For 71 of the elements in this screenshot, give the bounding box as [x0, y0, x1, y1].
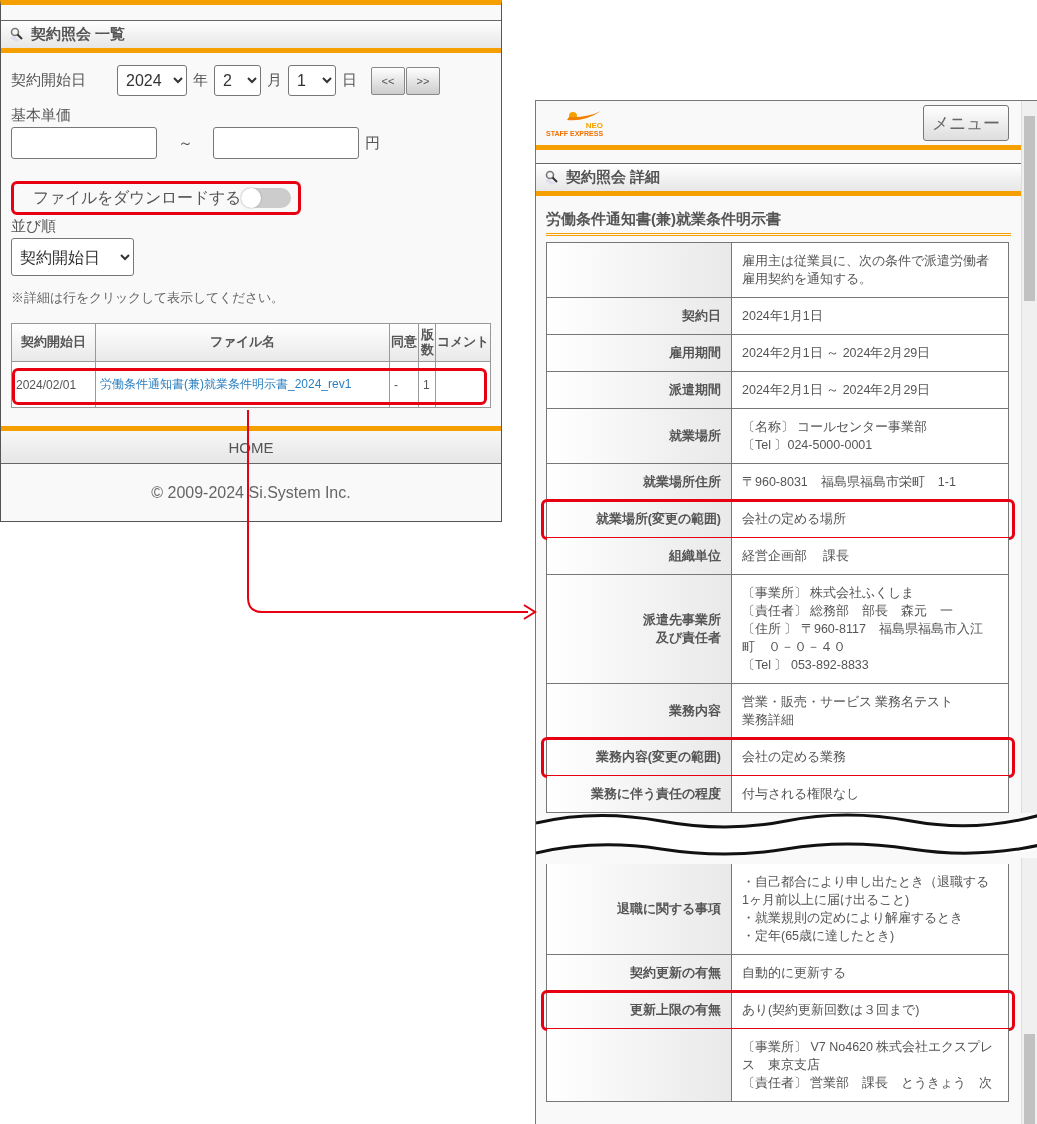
row-value: 〔責任者〕 総務部 部長 森元 一: [742, 603, 954, 620]
row-label: 就業場所住所: [643, 474, 721, 491]
row-value: 付与される権限なし: [742, 786, 859, 803]
row-label: 派遣期間: [669, 382, 721, 399]
row-value: 〔住所 〕 〒960-8117 福島県福島市入江町 ０－０－４０: [742, 621, 984, 656]
input-field[interactable]: [213, 127, 359, 159]
page-title: 契約照会 一覧: [31, 25, 126, 44]
row-label: 業務内容: [669, 702, 721, 720]
toggle-switch[interactable]: [241, 188, 291, 208]
row-label: 契約更新の有無: [630, 965, 721, 982]
day-select[interactable]: 1: [288, 65, 336, 96]
row-value: 〔事業所〕 V7 No4620 株式会社エクスプレス 東京支店: [742, 1039, 995, 1074]
row-value: ・自己都合により申し出たとき（退職する1ヶ月前以上に届け出ること): [742, 874, 990, 909]
unit-label: 年: [193, 71, 208, 90]
row-value: 〔Tel 〕024-5000-0001: [742, 437, 873, 454]
row-value: 〔事業所〕 株式会社ふくしま: [742, 585, 915, 602]
table-cell: 1: [419, 362, 436, 408]
row-value: ・就業規則の定めにより解雇するとき: [742, 910, 963, 927]
menu-button[interactable]: メニュー: [923, 105, 1009, 141]
row-label: 雇用期間: [669, 345, 721, 362]
field-label: 基本単価: [11, 106, 72, 125]
row-label: 及び責任者: [656, 630, 721, 647]
copyright-text: © 2009-2024 Si.System Inc.: [151, 483, 351, 502]
unit-label: 月: [267, 71, 282, 90]
scrollbar-thumb[interactable]: [1024, 1034, 1035, 1124]
row-value: 営業・販売・サービス 業務名テスト: [742, 694, 954, 711]
year-select[interactable]: 2024: [117, 65, 187, 96]
row-label: 契約日: [682, 308, 721, 325]
input-field[interactable]: [11, 127, 157, 159]
page-title: 契約照会 詳細: [566, 168, 661, 187]
row-value: 自動的に更新する: [742, 965, 846, 982]
row-value: 〔名称〕 コールセンター事業部: [742, 419, 928, 436]
row-value: 会社の定める場所: [742, 511, 846, 528]
row-value: 〔責任者〕 営業部 課長 とうきょう 次: [742, 1075, 993, 1092]
row-value: 雇用主は従業員に、次の条件で派遣労働者雇用契約を通知する。: [742, 253, 990, 288]
row-value: ・定年(65歳に達したとき): [742, 928, 895, 945]
scrollbar-thumb[interactable]: [1024, 116, 1035, 301]
unit-label: 円: [365, 133, 380, 153]
row-label: 退職に関する事項: [617, 901, 721, 918]
row-label: 更新上限の有無: [630, 1002, 721, 1019]
row-value: 〒960-8031 福島県福島市栄町 1-1: [742, 474, 956, 491]
field-label: 並び順: [11, 217, 57, 236]
row-value: 経営企画部 課長: [742, 548, 850, 565]
row-value: 2024年1月1日: [742, 308, 823, 325]
table-cell: -: [390, 362, 419, 408]
row-value: 2024年2月1日 ～ 2024年2月29日: [742, 345, 931, 362]
row-label: 派遣先事業所: [643, 612, 721, 629]
hint-text: ※詳細は行をクリックして表示してください。: [11, 290, 285, 307]
field-label: 契約開始日: [11, 71, 87, 90]
table-cell: 2024/02/01: [12, 362, 96, 408]
unit-label: 日: [342, 71, 357, 90]
toggle-label: ファイルをダウンロードする: [33, 187, 241, 208]
row-label: 就業場所: [669, 428, 721, 445]
file-link[interactable]: 労働条件通知書(兼)就業条件明示書_2024_rev1: [96, 362, 390, 408]
next-button[interactable]: >>: [406, 66, 440, 95]
row-value: 〔Tel 〕 053-892-8833: [742, 657, 869, 674]
row-value: あり(契約更新回数は３回まで): [742, 1002, 920, 1019]
month-select[interactable]: 2: [214, 65, 261, 96]
row-label: 業務内容(変更の範囲): [595, 748, 721, 766]
row-value: 2024年2月1日 ～ 2024年2月29日: [742, 382, 931, 399]
row-label: 就業場所(変更の範囲): [595, 510, 721, 528]
row-value: 業務詳細: [742, 712, 794, 729]
previous-button[interactable]: <<: [371, 66, 405, 95]
row-label: 組織単位: [669, 548, 721, 565]
row-value: 会社の定める業務: [742, 749, 846, 766]
logo-subtext: NEO: [585, 121, 604, 130]
document-title: 労働条件通知書(兼)就業条件明示書: [546, 210, 781, 227]
table-cell: [436, 362, 491, 408]
row-label: 業務に伴う責任の程度: [591, 785, 721, 803]
range-separator: ～: [176, 133, 194, 153]
sort-select[interactable]: 契約開始日: [11, 238, 134, 276]
